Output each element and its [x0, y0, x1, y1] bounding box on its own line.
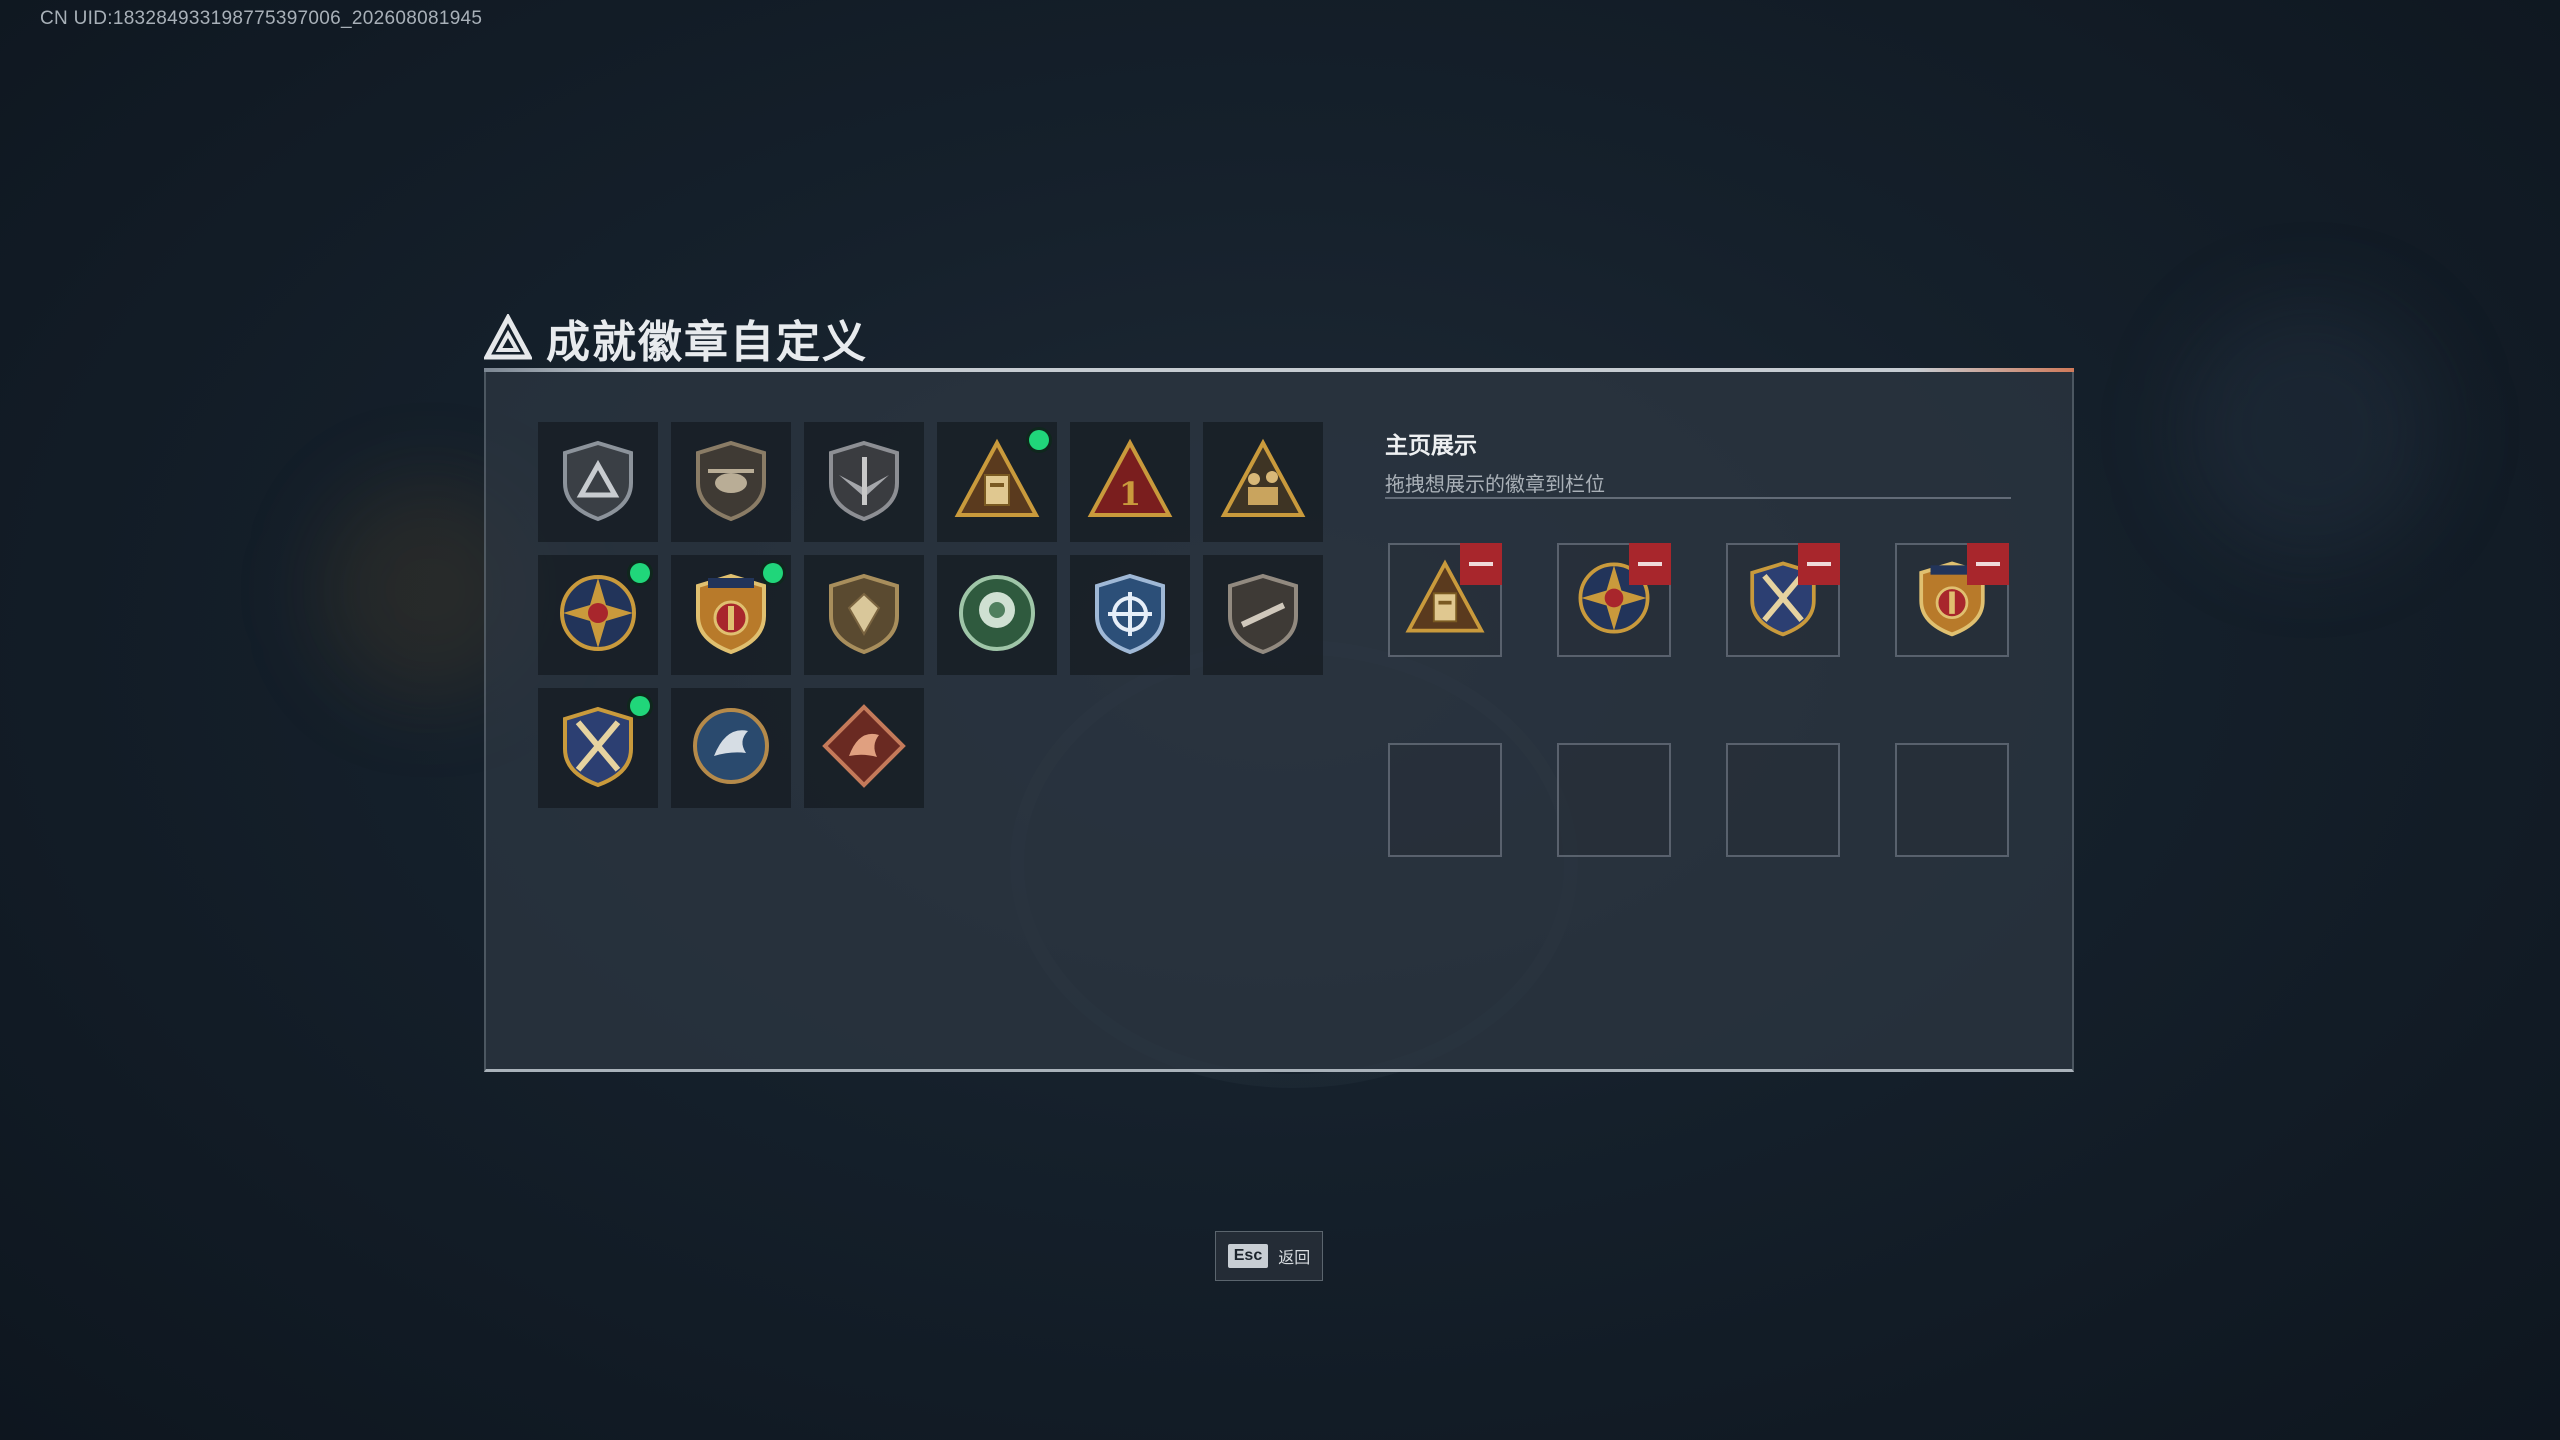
showcase-slots [1388, 543, 2009, 857]
new-indicator-dot [630, 563, 650, 583]
sword-wings-shield-badge-icon [819, 435, 909, 530]
minus-icon [1469, 562, 1493, 566]
page-title: 成就徽章自定义 [546, 318, 868, 367]
esc-key-icon: Esc [1227, 1244, 1269, 1268]
uid-label: CN UID:1832849331987753970​06_2026080819… [40, 8, 483, 29]
showcase-slot[interactable] [1726, 743, 1840, 857]
badge-tile[interactable] [804, 688, 924, 808]
minus-icon [1638, 562, 1662, 566]
badge-tile[interactable] [671, 555, 791, 675]
showcase-header: 主页展示 拖拽想展示的徽章到栏位 [1385, 426, 1605, 497]
back-button[interactable]: Esc 返回 [1215, 1231, 1323, 1281]
triangle-logo-shield-badge-icon [553, 435, 643, 530]
triangle-logo-icon [484, 314, 532, 360]
showcase-divider [1385, 497, 2011, 499]
blue-crosshair-shield-badge-icon [1085, 568, 1175, 663]
badge-tile[interactable] [1203, 555, 1323, 675]
soldiers-triangle-badge-icon [1218, 435, 1308, 530]
badge-tile[interactable] [804, 422, 924, 542]
badge-tile[interactable] [937, 422, 1057, 542]
minus-icon [1976, 562, 2000, 566]
remove-badge-button[interactable] [1629, 543, 1671, 585]
badge-tile[interactable] [937, 555, 1057, 675]
badge-tile[interactable] [538, 555, 658, 675]
badge-tile[interactable] [671, 422, 791, 542]
silver-dragon-round-badge-icon [686, 701, 776, 796]
badge-tile[interactable] [804, 555, 924, 675]
showcase-subtitle: 拖拽想展示的徽章到栏位 [1385, 474, 1605, 496]
badge-grid: 1 [538, 422, 1323, 808]
star-compass-medal-badge-icon [553, 568, 643, 663]
minus-icon [1807, 562, 1831, 566]
showcase-slot[interactable] [1557, 543, 1671, 657]
green-rose-emblem-badge-icon [952, 568, 1042, 663]
showcase-slot[interactable] [1895, 543, 2009, 657]
remove-badge-button[interactable] [1967, 543, 2009, 585]
back-label: 返回 [1278, 1250, 1311, 1267]
showcase-slot[interactable] [1895, 743, 2009, 857]
showcase-slot[interactable] [1726, 543, 1840, 657]
showcase-slot[interactable] [1557, 743, 1671, 857]
helicopter-shield-badge-icon [686, 435, 776, 530]
new-indicator-dot [1029, 430, 1049, 450]
showcase-slot[interactable] [1388, 543, 1502, 657]
eagle-crest-shield-badge-icon [686, 568, 776, 663]
gem-shield-badge-icon [819, 568, 909, 663]
red-dragon-diamond-badge-icon [819, 701, 909, 796]
badge-tile[interactable] [1070, 555, 1190, 675]
crossed-swords-gold-shield-badge-icon [553, 701, 643, 796]
page-header: 成就徽章自定义 [484, 306, 868, 370]
badge-tile[interactable] [671, 688, 791, 808]
badge-tile[interactable] [1203, 422, 1323, 542]
rifle-shield-badge-icon [1218, 568, 1308, 663]
svg-text:1: 1 [1119, 475, 1141, 513]
badge-tile[interactable]: 1 [1070, 422, 1190, 542]
remove-badge-button[interactable] [1798, 543, 1840, 585]
bg-glow [2180, 300, 2440, 560]
badge-tile[interactable] [538, 688, 658, 808]
gold-triangle-crate-badge-icon [952, 435, 1042, 530]
showcase-title: 主页展示 [1385, 432, 1477, 458]
remove-badge-button[interactable] [1460, 543, 1502, 585]
new-indicator-dot [630, 696, 650, 716]
showcase-slot[interactable] [1388, 743, 1502, 857]
new-indicator-dot [763, 563, 783, 583]
red-triangle-number-one-badge-icon: 1 [1085, 435, 1175, 530]
badge-tile[interactable] [538, 422, 658, 542]
